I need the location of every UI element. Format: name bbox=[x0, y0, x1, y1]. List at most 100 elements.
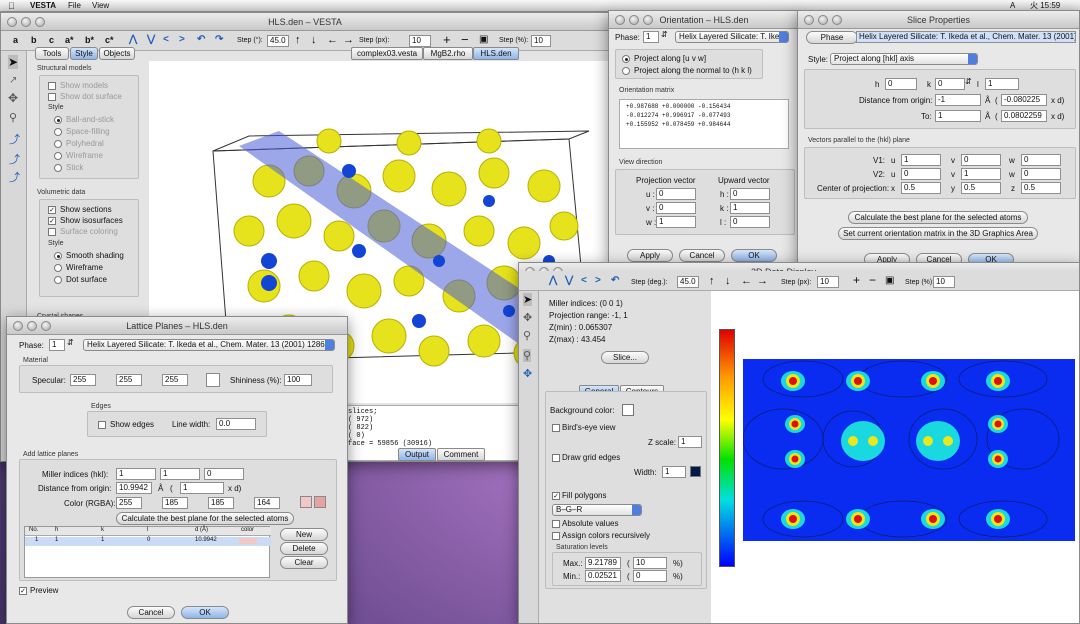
distance-from-d[interactable]: -0.080225 bbox=[1001, 94, 1047, 106]
specular-g-input[interactable]: 255 bbox=[116, 374, 142, 386]
dot-surface-radio[interactable] bbox=[54, 276, 62, 284]
delete-plane-button[interactable]: Delete bbox=[280, 542, 328, 555]
move-right-icon[interactable]: → bbox=[343, 34, 354, 46]
new-plane-button[interactable]: New bbox=[280, 528, 328, 541]
zoom-icon[interactable] bbox=[832, 15, 842, 25]
d2-graphics-area[interactable] bbox=[711, 291, 1079, 623]
d2-steppx-input[interactable]: 10 bbox=[817, 276, 839, 288]
zoom-icon[interactable] bbox=[643, 15, 653, 25]
view-cstar-button[interactable]: c* bbox=[105, 35, 114, 45]
plane-color-swatch[interactable] bbox=[300, 496, 312, 508]
d2-zoom-icon[interactable]: ⚲ bbox=[523, 349, 532, 362]
preview-checkbox[interactable]: ✓ bbox=[19, 587, 27, 595]
rotate-down-icon[interactable]: ⋁ bbox=[147, 34, 155, 45]
zoom-icon[interactable] bbox=[35, 17, 45, 27]
d2-rotate-left-icon[interactable]: < bbox=[581, 275, 587, 286]
show-edges-checkbox[interactable] bbox=[98, 421, 106, 429]
distance-to-d[interactable]: 0.0802259 bbox=[1001, 110, 1047, 122]
app-menu[interactable]: VESTA bbox=[30, 0, 56, 12]
d2-rotate-down-icon[interactable]: ⋁ bbox=[565, 275, 573, 286]
d2-zoom-out-icon[interactable]: − bbox=[869, 273, 876, 287]
calc-best-plane-button[interactable]: Calculate the best plane for the selecte… bbox=[848, 211, 1028, 224]
phase-name-field[interactable]: Helix Layered Silicate: T. Ikeda et al.,… bbox=[856, 31, 1076, 43]
menu-file[interactable]: File bbox=[68, 0, 81, 12]
zoom-out-icon[interactable]: − bbox=[461, 32, 469, 47]
distance-tool-icon[interactable]: ⤴ bbox=[9, 131, 20, 147]
phase-button[interactable]: Phase bbox=[806, 31, 858, 44]
lattice-phase-select[interactable]: Helix Layered Silicate: T. Ikeda et al.,… bbox=[83, 339, 335, 351]
close-icon[interactable] bbox=[7, 17, 17, 27]
v2-u-input[interactable]: 0 bbox=[901, 168, 941, 180]
show-sections-checkbox[interactable]: ✓ bbox=[48, 206, 56, 214]
lattice-cancel-button[interactable]: Cancel bbox=[127, 606, 175, 619]
orient-ok-button[interactable]: OK bbox=[731, 249, 777, 262]
vol-wireframe-radio[interactable] bbox=[54, 264, 62, 272]
v1-v-input[interactable]: 0 bbox=[961, 154, 1001, 166]
d2-rotate-up-icon[interactable]: ⋀ bbox=[549, 275, 557, 286]
fill-polygons-checkbox[interactable]: ✓ bbox=[552, 492, 560, 500]
show-isosurfaces-checkbox[interactable]: ✓ bbox=[48, 217, 56, 225]
wireframe-radio[interactable] bbox=[54, 152, 62, 160]
center-z-input[interactable]: 0.5 bbox=[1021, 182, 1061, 194]
rotate-cw-icon[interactable]: ↷ bbox=[215, 34, 223, 45]
distance-to-input[interactable]: 1 bbox=[935, 110, 981, 122]
k-input[interactable]: 0 bbox=[935, 78, 965, 90]
minimize-icon[interactable] bbox=[818, 15, 828, 25]
assign-colors-checkbox[interactable] bbox=[552, 532, 560, 540]
orient-apply-button[interactable]: Apply bbox=[627, 249, 673, 262]
pointer-tool-icon[interactable]: ↗ bbox=[9, 75, 17, 86]
d2-move-right-icon[interactable]: → bbox=[757, 275, 768, 287]
rotate-left-icon[interactable]: < bbox=[163, 34, 169, 45]
rotate-right-icon[interactable]: > bbox=[179, 34, 185, 45]
v1-u-input[interactable]: 1 bbox=[901, 154, 941, 166]
center-y-input[interactable]: 0.5 bbox=[961, 182, 1001, 194]
d2-move-left-icon[interactable]: ← bbox=[741, 275, 752, 287]
proj-w-input[interactable]: 1 bbox=[656, 216, 696, 228]
min-input[interactable]: 0.02521 bbox=[585, 570, 621, 582]
set-orientation-button[interactable]: Set current orientation matrix in the 3D… bbox=[838, 227, 1038, 240]
magnify-tool-icon[interactable]: ⚲ bbox=[9, 111, 17, 124]
min-pct-input[interactable]: 0 bbox=[633, 570, 667, 582]
table-row[interactable]: 1 1 1 0 10.9942 bbox=[25, 537, 271, 546]
d2-zoom-in-icon[interactable]: + bbox=[853, 273, 860, 287]
step-px-input[interactable]: 10 bbox=[409, 35, 431, 47]
lattice-phase-stepper-icon[interactable]: ⇵ bbox=[67, 338, 74, 347]
shininess-input[interactable]: 100 bbox=[284, 374, 312, 386]
d2-move-down-icon[interactable]: ↓ bbox=[725, 275, 731, 287]
apple-icon[interactable]:  bbox=[8, 0, 15, 12]
d2-magnify-icon[interactable]: ⚲ bbox=[523, 329, 531, 342]
view-bstar-button[interactable]: b* bbox=[85, 35, 94, 45]
proj-v-input[interactable]: 0 bbox=[656, 202, 696, 214]
k-stepper-icon[interactable]: ⇵ bbox=[965, 77, 972, 86]
close-icon[interactable] bbox=[13, 321, 23, 331]
miller-k-input[interactable]: 1 bbox=[160, 468, 200, 480]
rotate-up-icon[interactable]: ⋀ bbox=[129, 34, 137, 45]
d2-select-icon[interactable]: ➤ bbox=[523, 293, 533, 306]
d2-scale-input[interactable]: 10 bbox=[933, 276, 955, 288]
project-hkl-radio[interactable] bbox=[622, 67, 630, 75]
view-b-button[interactable]: b bbox=[31, 35, 37, 45]
proj-u-input[interactable]: 0 bbox=[656, 188, 696, 200]
move-up-icon[interactable]: ↑ bbox=[295, 34, 301, 46]
translate-tool-icon[interactable]: ✥ bbox=[8, 91, 18, 105]
max-pct-input[interactable]: 10 bbox=[633, 557, 667, 569]
up-l-input[interactable]: 0 bbox=[730, 216, 770, 228]
menu-view[interactable]: View bbox=[92, 0, 109, 12]
step-deg-input[interactable]: 45.0 bbox=[267, 35, 289, 47]
polyhedral-radio[interactable] bbox=[54, 140, 62, 148]
close-icon[interactable] bbox=[615, 15, 625, 25]
bg-color-swatch[interactable] bbox=[622, 404, 634, 416]
minimize-icon[interactable] bbox=[629, 15, 639, 25]
zoom-in-icon[interactable]: + bbox=[443, 32, 451, 47]
colormap-select[interactable]: B–G–R bbox=[552, 504, 642, 516]
lattice-phase-input[interactable]: 1 bbox=[49, 339, 65, 351]
specular-swatch[interactable] bbox=[206, 373, 220, 387]
tab-comment[interactable]: Comment bbox=[437, 448, 485, 461]
absolute-values-checkbox[interactable] bbox=[552, 520, 560, 528]
space-filling-radio[interactable] bbox=[54, 128, 62, 136]
up-k-input[interactable]: 1 bbox=[730, 202, 770, 214]
specular-r-input[interactable]: 255 bbox=[70, 374, 96, 386]
max-input[interactable]: 9.21789 bbox=[585, 557, 621, 569]
lattice-ok-button[interactable]: OK bbox=[181, 606, 229, 619]
clear-planes-button[interactable]: Clear bbox=[280, 556, 328, 569]
